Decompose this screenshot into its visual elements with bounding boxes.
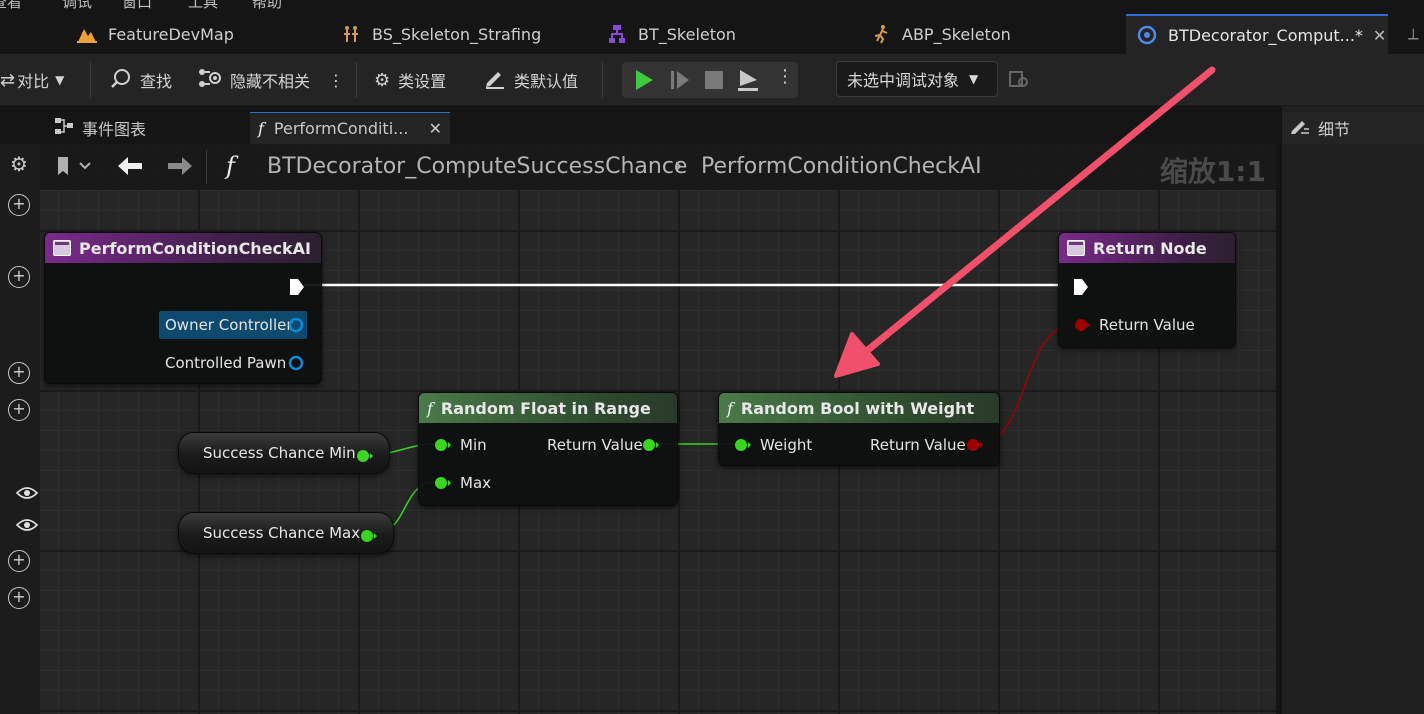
float-pin[interactable] <box>433 475 453 491</box>
chevron-down-icon: ▼ <box>969 72 979 86</box>
class-defaults-button[interactable]: 类默认值 <box>484 64 578 96</box>
random-float-node[interactable]: f Random Float in Range Min Max Return V… <box>418 392 678 506</box>
function-icon: f <box>258 119 264 138</box>
node-header: f Random Float in Range <box>419 393 677 423</box>
float-pin[interactable] <box>355 448 375 464</box>
behavior-tree-icon <box>606 23 628 45</box>
blueprint-icon <box>1136 24 1158 46</box>
pin-label-owner-controller: Owner Controller <box>165 316 293 334</box>
asset-tab-bs-skeleton[interactable]: BS_Skeleton_Strafing <box>340 14 541 54</box>
hide-unrelated-icon <box>198 67 222 94</box>
diff-button[interactable]: ⇄ 对比 ▼ <box>0 64 64 96</box>
document-tab-bar: 事件图表 f PerformConditi... ✕ <box>0 106 1276 144</box>
stop-icon[interactable] <box>702 68 726 92</box>
pin-label-return-value: Return Value <box>1099 316 1195 334</box>
menu-item-tools[interactable]: 工具 <box>188 0 218 12</box>
function-entry-icon <box>53 240 71 256</box>
toolbar-divider <box>90 62 91 98</box>
function-icon: f <box>727 398 733 418</box>
bool-pin[interactable] <box>965 437 985 453</box>
toolbar-divider <box>602 62 603 98</box>
asset-tab-btdecorator[interactable]: BTDecorator_Comput...* ✕ <box>1126 14 1388 54</box>
asset-tab-bar: FeatureDevMap BS_Skeleton_Strafing BT_Sk… <box>0 14 1424 54</box>
debug-browse-icon[interactable] <box>1008 68 1030 95</box>
bool-pin[interactable] <box>1073 317 1091 333</box>
menu-item-window[interactable]: 窗口 <box>122 0 152 12</box>
play-icon[interactable] <box>632 68 656 92</box>
object-pin[interactable] <box>288 355 304 371</box>
blendspace-icon <box>340 23 362 45</box>
node-header: PerformConditionCheckAI <box>45 233 321 263</box>
pin-label-max: Max <box>460 474 492 492</box>
step-icon[interactable] <box>668 68 692 92</box>
pin-label-weight: Weight <box>760 436 813 454</box>
details-panel: 细节 <box>1281 106 1424 714</box>
graph-canvas[interactable]: f BTDecorator_ComputeSuccessChance › Per… <box>40 144 1276 714</box>
eye-icon[interactable] <box>16 518 38 532</box>
more-tabs-icon: ⟂ <box>1408 24 1419 43</box>
hide-unrelated-button[interactable]: 隐藏不相关 <box>198 64 310 96</box>
menu-bar: 查看 调试 窗口 工具 帮助 <box>0 0 1424 14</box>
debug-object-select[interactable]: 未选中调试对象 ▼ <box>836 61 998 97</box>
random-bool-node[interactable]: f Random Bool with Weight Weight Return … <box>718 392 1000 466</box>
pin-label-return-value: Return Value <box>547 436 643 454</box>
add-button[interactable]: + <box>8 550 30 572</box>
asset-tab-abp-skeleton[interactable]: ABP_Skeleton <box>870 14 1011 54</box>
add-button[interactable]: + <box>8 362 30 384</box>
map-icon <box>76 23 98 45</box>
toolbar: ⇄ 对比 ▼ 查找 隐藏不相关 ⋮ ⚙ 类设置 类默认值 ⋮ 未选中调试对象 ▼ <box>0 54 1424 106</box>
tab-details[interactable]: 细节 <box>1282 112 1424 144</box>
chevron-down-icon: ▼ <box>55 73 65 87</box>
entry-node[interactable]: PerformConditionCheckAI Owner Controller… <box>44 232 322 384</box>
add-button[interactable]: + <box>8 194 30 216</box>
float-pin[interactable] <box>733 437 753 453</box>
float-pin[interactable] <box>641 437 661 453</box>
add-button[interactable]: + <box>8 399 30 421</box>
variable-success-chance-max[interactable]: Success Chance Max <box>178 512 394 554</box>
function-result-icon <box>1067 240 1085 256</box>
menu-item-view[interactable]: 查看 <box>0 0 22 12</box>
variable-success-chance-min[interactable]: Success Chance Min <box>178 432 390 474</box>
asset-tab-featuredevmap[interactable]: FeatureDevMap <box>76 14 234 54</box>
menu-item-debug[interactable]: 调试 <box>62 0 92 12</box>
pin-label-return-value: Return Value <box>870 436 966 454</box>
menu-item-help[interactable]: 帮助 <box>252 0 282 12</box>
node-header: Return Node <box>1059 233 1235 263</box>
asset-tab-overflow[interactable]: ⟂ <box>1408 14 1419 54</box>
anim-blueprint-icon <box>870 23 892 45</box>
find-button[interactable]: 查找 <box>110 64 172 96</box>
add-button[interactable]: + <box>8 266 30 288</box>
eye-icon[interactable] <box>16 486 38 500</box>
diff-icon: ⇄ <box>0 69 16 91</box>
details-icon <box>1290 117 1310 139</box>
toolbar-more-icon[interactable]: ⋮ <box>328 64 344 96</box>
float-pin[interactable] <box>359 528 379 544</box>
close-icon[interactable]: ✕ <box>429 119 442 138</box>
tab-event-graph[interactable]: 事件图表 <box>46 112 154 144</box>
function-icon: f <box>427 398 433 418</box>
return-node[interactable]: Return Node Return Value <box>1058 232 1236 348</box>
edit-defaults-icon <box>484 67 506 94</box>
asset-tab-bt-skeleton[interactable]: BT_Skeleton <box>606 14 736 54</box>
add-button[interactable]: + <box>8 587 30 609</box>
float-pin[interactable] <box>433 437 453 453</box>
exec-in-pin[interactable] <box>1073 278 1089 296</box>
pin-label-controlled-pawn: Controlled Pawn <box>165 354 287 372</box>
class-settings-button[interactable]: ⚙ 类设置 <box>374 64 446 96</box>
play-controls: ⋮ <box>622 62 798 98</box>
toolbar-divider <box>356 62 357 98</box>
search-icon <box>110 67 132 94</box>
pin-label-min: Min <box>460 436 487 454</box>
gear-icon: ⚙ <box>374 69 391 91</box>
tab-perform-condition[interactable]: f PerformConditi... ✕ <box>250 112 450 144</box>
my-blueprint-strip: ⚙ + + + + + + <box>0 144 40 714</box>
close-icon[interactable]: ✕ <box>1373 26 1386 45</box>
event-graph-icon <box>54 117 74 139</box>
gear-icon[interactable]: ⚙ <box>10 152 28 176</box>
play-options-icon[interactable]: ⋮ <box>776 66 794 87</box>
node-header: f Random Bool with Weight <box>719 393 999 423</box>
eject-icon[interactable] <box>736 68 760 92</box>
object-pin[interactable] <box>288 317 304 333</box>
exec-out-pin[interactable] <box>289 278 305 296</box>
